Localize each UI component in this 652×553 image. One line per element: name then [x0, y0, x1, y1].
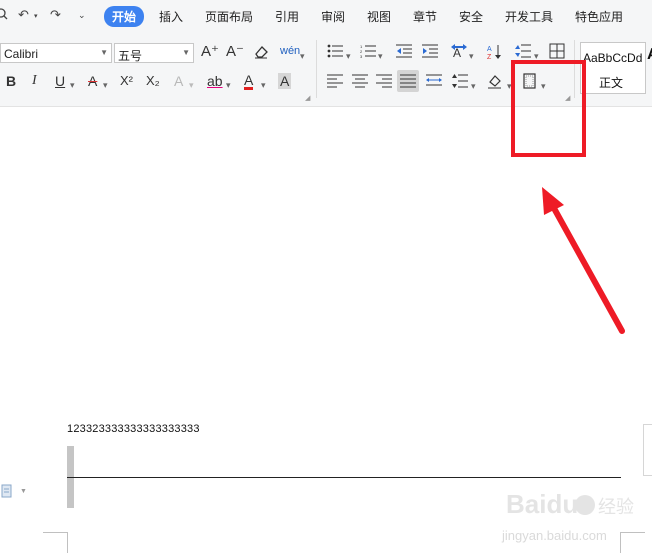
chevron-down-icon[interactable]: ▾: [471, 78, 476, 94]
undo-dropdown-icon[interactable]: ▾: [34, 12, 38, 20]
text-effect-button[interactable]: A: [174, 73, 183, 89]
numbered-list-icon[interactable]: 123: [360, 44, 376, 61]
style-preview: AaBbCcDd: [583, 51, 643, 65]
tab-page-layout[interactable]: 页面布局: [205, 8, 253, 25]
font-color-button[interactable]: A: [244, 73, 254, 90]
chevron-down-icon[interactable]: ▾: [469, 48, 474, 64]
horizontal-rule: [67, 477, 621, 478]
style-next-preview[interactable]: A: [647, 46, 652, 64]
chevron-down-icon[interactable]: ▾: [261, 77, 266, 93]
search-icon[interactable]: [0, 7, 9, 24]
chevron-down-icon[interactable]: ▾: [300, 48, 305, 64]
chevron-down-icon[interactable]: ▾: [70, 77, 75, 93]
align-right-icon[interactable]: [376, 74, 392, 91]
watermark-url: jingyan.baidu.com: [501, 528, 607, 543]
tab-security[interactable]: 安全: [459, 8, 483, 25]
style-normal[interactable]: AaBbCcDd 正文: [580, 42, 646, 94]
tab-references[interactable]: 引用: [275, 8, 299, 25]
chevron-down-icon[interactable]: ▾: [346, 48, 351, 64]
side-panel-tab[interactable]: [643, 424, 652, 476]
superscript-button[interactable]: X²: [120, 73, 133, 89]
page-corner-mark: [67, 532, 68, 553]
tab-chapter[interactable]: 章节: [413, 8, 437, 25]
strikethrough-button[interactable]: A: [88, 73, 97, 89]
svg-text:A: A: [487, 46, 492, 53]
char-shading-button[interactable]: A: [278, 73, 292, 89]
chevron-down-icon: ▼: [182, 48, 190, 57]
chevron-down-icon[interactable]: ⌄: [78, 10, 86, 21]
menu-bar: ↶ ▾ ↷ ⌄ 开始 插入 页面布局 引用 审阅 视图 章节 安全 开发工具 特…: [0, 0, 652, 32]
paragraph-spacing-icon[interactable]: [452, 74, 468, 91]
align-center-icon[interactable]: [352, 74, 368, 91]
shrink-font-icon[interactable]: A⁻: [226, 44, 244, 60]
annotation-arrow: [542, 187, 625, 334]
italic-button[interactable]: I: [32, 73, 37, 89]
tab-developer[interactable]: 开发工具: [505, 8, 553, 25]
tab-view[interactable]: 视图: [367, 8, 391, 25]
chevron-down-icon[interactable]: ▼: [20, 488, 27, 495]
font-size-value: 五号: [118, 49, 143, 63]
bold-button[interactable]: B: [6, 73, 16, 89]
justify-icon[interactable]: [397, 70, 419, 92]
bullet-list-icon[interactable]: [327, 44, 343, 61]
chevron-down-icon[interactable]: ▾: [189, 77, 194, 93]
shading-icon[interactable]: [487, 73, 505, 92]
chevron-down-icon[interactable]: ▾: [378, 48, 383, 64]
distribute-icon[interactable]: [426, 74, 442, 91]
font-dialog-launcher[interactable]: ◢: [305, 94, 310, 102]
text-direction-icon[interactable]: A: [449, 43, 467, 62]
chevron-down-icon[interactable]: ▾: [103, 77, 108, 93]
grow-font-icon[interactable]: A⁺: [201, 44, 219, 60]
tab-review[interactable]: 审阅: [321, 8, 345, 25]
document-text[interactable]: 123323333333333333333: [67, 423, 200, 435]
underline-button[interactable]: U: [55, 73, 65, 89]
sort-icon[interactable]: AZ: [487, 44, 503, 63]
watermark-brand: Baidu: [506, 489, 578, 519]
line-spacing-icon[interactable]: [515, 44, 531, 61]
align-left-icon[interactable]: [327, 74, 343, 91]
highlight-button[interactable]: ab: [207, 73, 223, 89]
increase-indent-icon[interactable]: [422, 44, 438, 61]
svg-text:3: 3: [360, 54, 363, 58]
document-icon[interactable]: [0, 484, 14, 501]
group-separator: [316, 40, 317, 98]
redo-icon[interactable]: ↷: [50, 7, 61, 23]
undo-icon[interactable]: ↶: [18, 7, 29, 23]
annotation-highlight-box: [511, 60, 586, 157]
tab-special-apps[interactable]: 特色应用: [575, 8, 623, 25]
font-size-select[interactable]: 五号 ▼: [114, 43, 194, 63]
baidu-jingyan-watermark: Baidu 经验 jingyan.baidu.com: [498, 480, 648, 550]
subscript-button[interactable]: X₂: [146, 73, 160, 89]
watermark-jingyan: 经验: [598, 497, 634, 518]
eraser-icon[interactable]: [253, 44, 269, 63]
tab-home[interactable]: 开始: [104, 6, 145, 27]
page-corner-mark: [43, 532, 67, 533]
chevron-down-icon: ▼: [100, 48, 108, 57]
decrease-indent-icon[interactable]: [396, 44, 412, 61]
chevron-down-icon[interactable]: ▾: [226, 77, 231, 93]
style-name: 正文: [599, 76, 624, 90]
tab-insert[interactable]: 插入: [159, 8, 183, 25]
font-family-select[interactable]: Calibri ▼: [0, 43, 112, 63]
font-family-value: Calibri: [4, 47, 39, 61]
svg-text:Z: Z: [487, 54, 492, 60]
pinyin-icon[interactable]: wén: [280, 43, 300, 59]
